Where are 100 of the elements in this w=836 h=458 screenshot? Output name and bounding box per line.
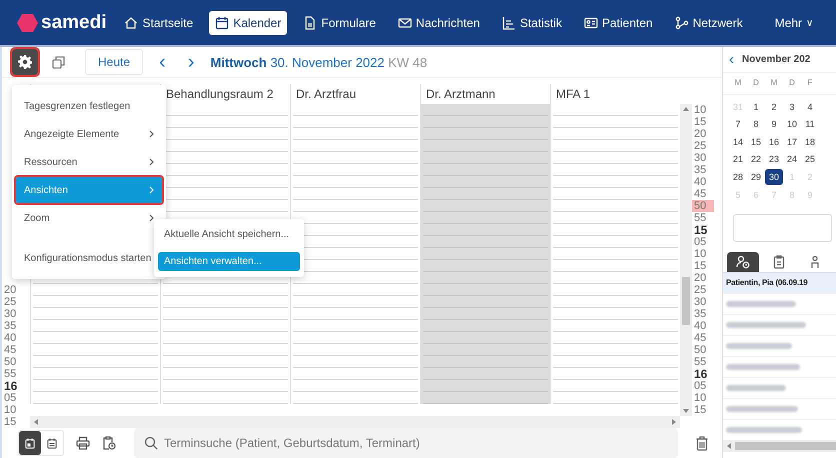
time-label: 20: [693, 128, 708, 140]
more-menu-button[interactable]: Mehr ∨: [768, 10, 820, 34]
column-header: Dr. Arztfrau: [296, 87, 356, 102]
time-label: 15: [693, 404, 708, 416]
time-label: 45: [693, 332, 708, 344]
previous-month-button[interactable]: ‹: [729, 50, 734, 68]
network-icon: [674, 16, 689, 30]
column-header: Behandlungsraum 2: [166, 87, 274, 102]
time-label: 45: [693, 188, 708, 200]
time-label: 35: [693, 164, 708, 176]
time-label: 40: [693, 320, 708, 332]
scroll-right-icon[interactable]: [672, 419, 676, 425]
nav-item[interactable]: Formulare: [297, 10, 382, 34]
calendar-day[interactable]: 22: [747, 151, 765, 168]
document-icon: [303, 16, 318, 30]
previous-day-button[interactable]: ‹: [153, 52, 172, 72]
calendar-day[interactable]: 15: [747, 134, 765, 150]
calendar-day[interactable]: 9: [765, 116, 783, 132]
calendar-icon: [215, 16, 230, 30]
list-chart-icon: [502, 16, 516, 30]
time-label: 05: [3, 392, 18, 404]
calendar-day[interactable]: 17: [783, 134, 801, 150]
time-label: 15: [3, 416, 18, 428]
calendar-day[interactable]: 2: [765, 98, 783, 115]
calendar-day[interactable]: 28: [729, 169, 747, 186]
calendar-day[interactable]: 1: [747, 98, 765, 115]
time-label: 35: [3, 320, 18, 332]
time-label: 15: [693, 224, 708, 236]
print-icon[interactable]: [76, 436, 90, 450]
calendar-day[interactable]: 23: [765, 151, 783, 168]
home-icon: [124, 16, 138, 30]
nav-item[interactable]: Kalender: [209, 10, 288, 34]
nav-item[interactable]: Netzwerk: [668, 10, 749, 34]
calendar-day[interactable]: 21: [729, 151, 747, 168]
calendar-day[interactable]: 29: [747, 169, 765, 186]
calendar-day[interactable]: 4: [801, 98, 819, 115]
scrollbar-thumb[interactable]: [735, 442, 836, 450]
settings-button[interactable]: [12, 49, 38, 76]
current-date: Mittwoch 30. November 2022 KW 48: [210, 54, 428, 70]
time-label: 55: [693, 212, 708, 224]
weekday-label: M: [770, 77, 778, 90]
calendar-day[interactable]: 30: [765, 169, 783, 186]
month-title: November 202: [742, 54, 810, 65]
calendar-day[interactable]: 8: [747, 116, 765, 132]
vertical-scrollbar[interactable]: [680, 104, 692, 416]
time-label: 16: [693, 368, 708, 380]
calendar-day[interactable]: 10: [783, 116, 801, 132]
horizontal-scrollbar[interactable]: [723, 440, 836, 452]
scroll-left-icon[interactable]: [727, 443, 731, 450]
calendar-day[interactable]: 11: [801, 116, 819, 132]
nav-item[interactable]: Statistik: [496, 10, 568, 34]
horizontal-scrollbar[interactable]: [30, 416, 680, 428]
calendar-icon: [47, 436, 57, 450]
time-label: 35: [693, 308, 708, 320]
scroll-down-icon[interactable]: [683, 409, 689, 413]
today-button[interactable]: Heute: [85, 49, 144, 76]
scroll-up-icon[interactable]: [683, 107, 689, 111]
calendar-day[interactable]: 16: [765, 134, 783, 150]
nav-item[interactable]: Patienten: [578, 10, 659, 34]
time-label: 20: [693, 272, 708, 284]
time-label: 30: [693, 296, 708, 308]
copy-icon[interactable]: [52, 56, 65, 69]
next-day-button[interactable]: ›: [182, 52, 200, 72]
menu-item[interactable]: Tagesgrenzen festlegen: [16, 93, 162, 119]
weekday-label: D: [788, 77, 796, 90]
id-card-icon: [584, 16, 598, 30]
time-label: 10: [693, 104, 708, 116]
column-header: MFA 1: [556, 87, 590, 102]
calendar-day[interactable]: 3: [783, 98, 801, 115]
clipboard-clock-icon[interactable]: [102, 436, 116, 450]
menu-item[interactable]: Angezeigte Elemente: [16, 121, 162, 147]
envelope-icon: [398, 16, 412, 30]
column-header: Dr. Arztmann: [426, 87, 496, 102]
person-clock-icon: [736, 254, 750, 269]
time-label: 10: [693, 392, 708, 404]
time-label: 50: [692, 200, 714, 212]
note-field[interactable]: [733, 214, 832, 242]
scrollbar-thumb[interactable]: [682, 277, 690, 325]
time-label: 10: [693, 248, 708, 260]
nav-item[interactable]: Nachrichten: [392, 10, 486, 34]
appointment-search-field[interactable]: Terminsuche (Patient, Geburtsdatum, Terminart): [134, 428, 678, 458]
menu-item[interactable]: Ressourcen: [16, 149, 162, 175]
weekday-label: D: [752, 77, 760, 90]
clipboard-icon: [772, 254, 786, 269]
day-view-button[interactable]: [19, 431, 41, 455]
time-label: 05: [693, 236, 708, 248]
time-label: 25: [3, 296, 18, 308]
time-label: 15: [693, 116, 708, 128]
time-label: 10: [3, 404, 18, 416]
trash-icon[interactable]: [696, 436, 708, 450]
time-label: 50: [3, 356, 18, 368]
weekday-label: F: [806, 77, 814, 90]
calendar-day[interactable]: 14: [729, 134, 747, 150]
calendar-day[interactable]: 25: [801, 151, 819, 168]
calendar-day[interactable]: 18: [801, 134, 819, 150]
calendar-day[interactable]: 7: [729, 116, 747, 132]
calendar-day[interactable]: 24: [783, 151, 801, 168]
nav-item[interactable]: Startseite: [118, 10, 200, 34]
side-tab[interactable]: [727, 252, 759, 272]
scroll-left-icon[interactable]: [34, 419, 38, 425]
